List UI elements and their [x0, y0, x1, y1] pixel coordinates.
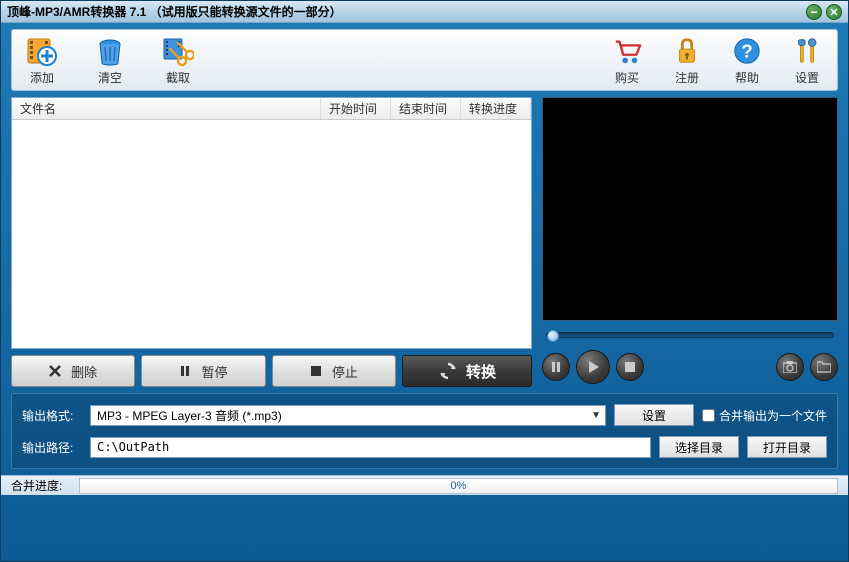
delete-label: 删除	[71, 362, 97, 381]
col-progress[interactable]: 转换进度	[461, 98, 531, 119]
content: 添加 清空 截取	[1, 23, 848, 561]
window-title: 顶峰-MP3/AMR转换器 7.1 （试用版只能转换源文件的一部分）	[7, 3, 806, 20]
path-row: 输出路径: 选择目录 打开目录	[22, 436, 827, 458]
list-header: 文件名 开始时间 结束时间 转换进度	[12, 98, 531, 120]
buy-button[interactable]: 购买	[605, 33, 649, 88]
action-row: 删除 暂停 停止 转换	[11, 355, 532, 387]
col-filename[interactable]: 文件名	[12, 98, 321, 119]
lock-icon	[671, 35, 703, 67]
help-label: 帮助	[735, 69, 759, 86]
merge-progress-text: 0%	[451, 480, 467, 492]
x-icon	[49, 365, 61, 377]
format-combobox[interactable]: MP3 - MPEG Layer-3 音频 (*.mp3) ▼	[90, 405, 606, 426]
tools-icon	[791, 35, 823, 67]
format-row: 输出格式: MP3 - MPEG Layer-3 音频 (*.mp3) ▼ 设置…	[22, 404, 827, 426]
open-folder-button[interactable]	[810, 353, 838, 381]
register-label: 注册	[675, 69, 699, 86]
register-button[interactable]: 注册	[665, 33, 709, 88]
clear-button[interactable]: 清空	[88, 33, 132, 88]
convert-label: 转换	[466, 361, 496, 382]
merge-progress-label: 合并进度:	[11, 477, 71, 494]
delete-button[interactable]: 删除	[11, 355, 135, 387]
format-value: MP3 - MPEG Layer-3 音频 (*.mp3)	[97, 407, 282, 424]
player-panel	[542, 97, 838, 387]
video-preview[interactable]	[542, 97, 838, 321]
settings-button[interactable]: 设置	[785, 33, 829, 88]
merge-checkbox[interactable]	[702, 409, 715, 422]
merge-checkbox-wrap[interactable]: 合并输出为一个文件	[702, 407, 827, 424]
help-button[interactable]: ? 帮助	[725, 33, 769, 88]
player-stop-button[interactable]	[616, 353, 644, 381]
stop-label: 停止	[332, 362, 358, 381]
seek-thumb[interactable]	[547, 330, 559, 342]
clear-label: 清空	[98, 69, 122, 86]
player-play-button[interactable]	[576, 350, 610, 384]
cut-button[interactable]: 截取	[156, 33, 200, 88]
main-area: 文件名 开始时间 结束时间 转换进度 删除 暂停	[11, 97, 838, 387]
cart-icon	[611, 35, 643, 67]
path-label: 输出路径:	[22, 439, 82, 456]
left-panel: 文件名 开始时间 结束时间 转换进度 删除 暂停	[11, 97, 532, 387]
add-label: 添加	[30, 69, 54, 86]
refresh-icon	[438, 361, 458, 381]
help-icon: ?	[731, 35, 763, 67]
trash-icon	[94, 35, 126, 67]
merge-label: 合并输出为一个文件	[719, 407, 827, 424]
minimize-button[interactable]	[806, 4, 822, 20]
add-button[interactable]: 添加	[20, 33, 64, 88]
snapshot-button[interactable]	[776, 353, 804, 381]
close-button[interactable]	[826, 4, 842, 20]
seek-track[interactable]	[546, 332, 834, 338]
settings-label: 设置	[795, 69, 819, 86]
format-label: 输出格式:	[22, 407, 82, 424]
player-controls	[542, 347, 838, 387]
pause-icon	[179, 365, 191, 377]
status-footer: 合并进度: 0%	[1, 475, 848, 495]
add-film-icon	[26, 35, 58, 67]
output-settings: 输出格式: MP3 - MPEG Layer-3 音频 (*.mp3) ▼ 设置…	[11, 393, 838, 469]
stop-button[interactable]: 停止	[272, 355, 396, 387]
merge-progress-bar: 0%	[79, 478, 838, 494]
titlebar[interactable]: 顶峰-MP3/AMR转换器 7.1 （试用版只能转换源文件的一部分）	[1, 1, 848, 23]
pause-button[interactable]: 暂停	[141, 355, 265, 387]
main-toolbar: 添加 清空 截取	[11, 29, 838, 91]
output-path-input[interactable]	[90, 437, 651, 458]
format-settings-button[interactable]: 设置	[614, 404, 694, 426]
scissors-film-icon	[162, 35, 194, 67]
cut-label: 截取	[166, 69, 190, 86]
chevron-down-icon: ▼	[591, 410, 601, 421]
svg-text:?: ?	[741, 40, 752, 61]
window-controls	[806, 4, 842, 20]
col-end-time[interactable]: 结束时间	[391, 98, 461, 119]
file-list[interactable]: 文件名 开始时间 结束时间 转换进度	[11, 97, 532, 349]
stop-icon	[310, 365, 322, 377]
open-dir-button[interactable]: 打开目录	[747, 436, 827, 458]
seek-slider	[542, 325, 838, 345]
pause-label: 暂停	[201, 362, 227, 381]
choose-dir-button[interactable]: 选择目录	[659, 436, 739, 458]
buy-label: 购买	[615, 69, 639, 86]
app-window: 顶峰-MP3/AMR转换器 7.1 （试用版只能转换源文件的一部分） 添加 清	[0, 0, 849, 562]
convert-button[interactable]: 转换	[402, 355, 532, 387]
col-start-time[interactable]: 开始时间	[321, 98, 391, 119]
player-pause-button[interactable]	[542, 353, 570, 381]
